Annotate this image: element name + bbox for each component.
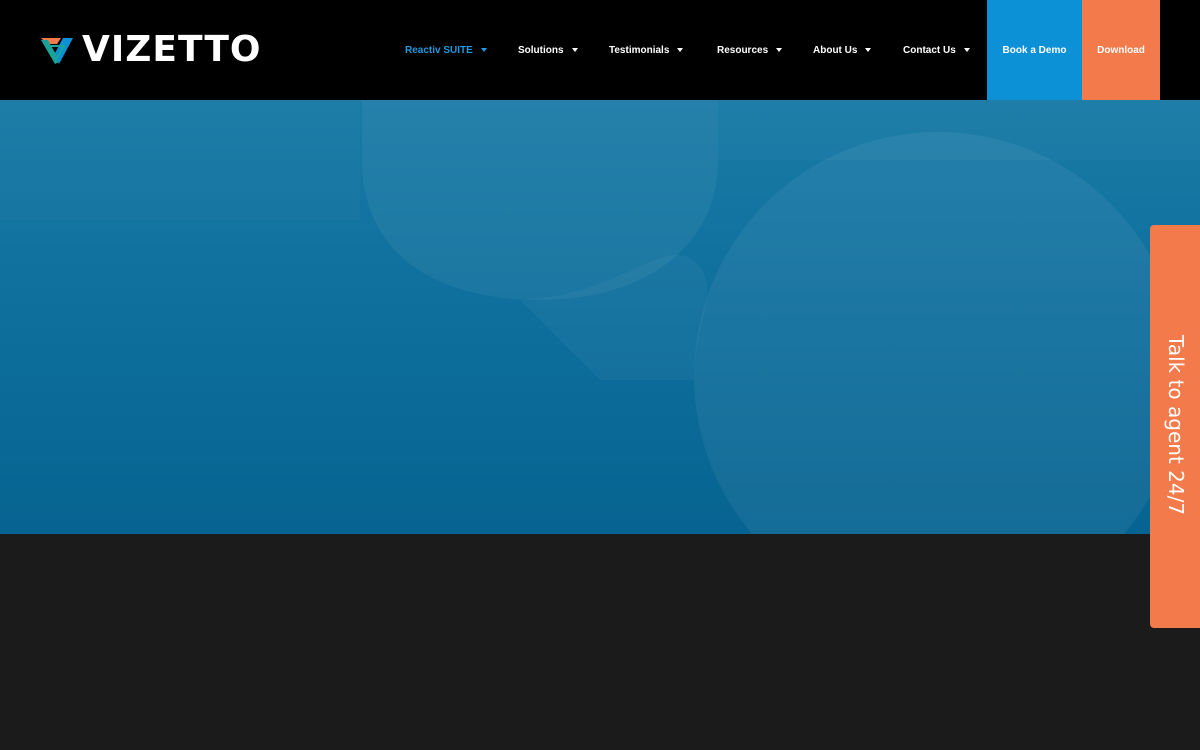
nav-item-about-us[interactable]: About Us bbox=[813, 44, 872, 56]
nav-item-label: Contact Us bbox=[903, 44, 956, 56]
chevron-down-icon bbox=[963, 48, 970, 52]
site-header: VIZETTO Reactiv SUITE Solutions Testimon… bbox=[0, 0, 1200, 100]
hero-background-shapes bbox=[362, 100, 1182, 534]
nav-item-solutions[interactable]: Solutions bbox=[518, 45, 578, 56]
brand-name: VIZETTO bbox=[82, 29, 262, 70]
chevron-down-icon bbox=[865, 48, 872, 52]
hero-banner bbox=[0, 100, 1200, 534]
vizetto-logo[interactable]: VIZETTO bbox=[39, 31, 262, 69]
chevron-down-icon bbox=[776, 48, 783, 52]
nav-item-reactiv-suite[interactable]: Reactiv SUITE bbox=[405, 45, 487, 56]
talk-to-agent-label: Talk to agent 24/7 bbox=[1164, 334, 1188, 516]
nav-item-label: Solutions bbox=[518, 44, 564, 56]
chevron-down-icon bbox=[480, 48, 487, 52]
talk-to-agent-tab[interactable]: Talk to agent 24/7 bbox=[1150, 225, 1200, 628]
download-button[interactable]: Download bbox=[1082, 0, 1160, 100]
book-demo-button[interactable]: Book a Demo bbox=[987, 0, 1082, 100]
nav-item-testimonials[interactable]: Testimonials bbox=[609, 44, 684, 56]
chevron-down-icon bbox=[677, 48, 684, 52]
nav-item-label: About Us bbox=[813, 44, 858, 56]
nav-item-label: Resources bbox=[717, 44, 769, 56]
vizetto-triangle-icon bbox=[41, 38, 73, 64]
nav-item-resources[interactable]: Resources bbox=[717, 44, 783, 56]
nav-item-label: Reactiv SUITE bbox=[405, 44, 473, 56]
nav-item-contact-us[interactable]: Contact Us bbox=[903, 45, 970, 56]
chevron-down-icon bbox=[571, 48, 578, 52]
page: VIZETTO Reactiv SUITE Solutions Testimon… bbox=[0, 0, 1200, 750]
content-section bbox=[0, 534, 1200, 750]
nav-item-label: Testimonials bbox=[609, 44, 670, 56]
